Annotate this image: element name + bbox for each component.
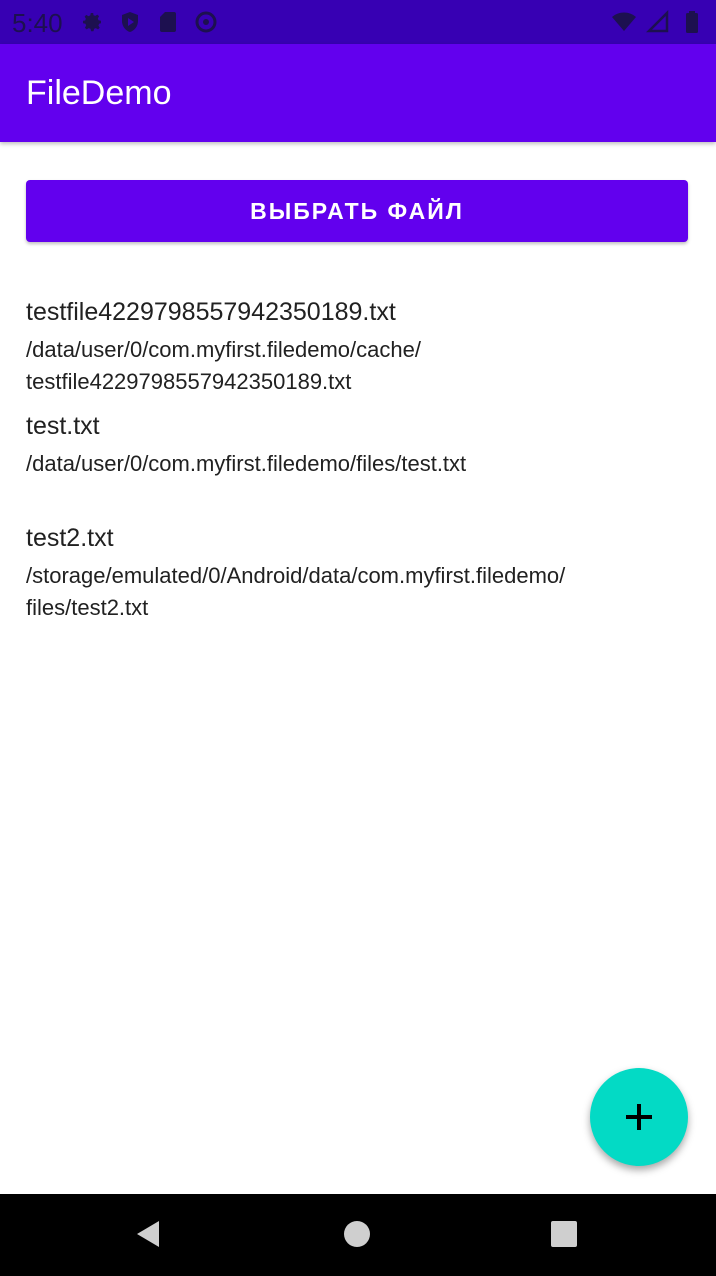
recents-icon	[551, 1221, 577, 1247]
gear-icon	[83, 13, 101, 32]
file-path: /data/user/0/com.myfirst.filedemo/cache/…	[26, 334, 696, 398]
file-name: test2.txt	[26, 524, 114, 552]
file-path-line: /data/user/0/com.myfirst.filedemo/cache/	[26, 337, 421, 362]
app-title: FileDemo	[26, 74, 172, 112]
file-name: testfile4229798557942350189.txt	[26, 298, 396, 326]
file-name: test.txt	[26, 412, 100, 440]
sync-icon	[195, 11, 217, 33]
back-button[interactable]	[128, 1214, 168, 1254]
signal-icon	[646, 10, 669, 33]
app-bar: FileDemo	[0, 44, 716, 142]
file-path-line: /data/user/0/com.myfirst.filedemo/files/…	[26, 451, 467, 476]
home-button[interactable]	[337, 1214, 377, 1254]
file-item[interactable]: testfile4229798557942350189.txt /data/us…	[26, 296, 696, 398]
file-path-line: testfile4229798557942350189.txt	[26, 369, 352, 394]
home-icon	[344, 1221, 370, 1247]
status-time: 5:40	[12, 8, 63, 38]
file-item[interactable]: test2.txt /storage/emulated/0/Android/da…	[26, 522, 696, 624]
battery-icon	[686, 11, 698, 33]
status-icons-right	[612, 10, 704, 34]
sd-card-icon	[160, 12, 176, 32]
navigation-bar	[0, 1194, 716, 1276]
file-path: /storage/emulated/0/Android/data/com.myf…	[26, 560, 696, 624]
back-icon	[137, 1221, 159, 1247]
file-item[interactable]: test.txt /data/user/0/com.myfirst.filede…	[26, 410, 696, 480]
shield-icon	[122, 12, 138, 32]
file-path: /data/user/0/com.myfirst.filedemo/files/…	[26, 448, 696, 480]
file-path-line: /storage/emulated/0/Android/data/com.myf…	[26, 563, 566, 588]
file-path-line: files/test2.txt	[26, 595, 149, 620]
wifi-icon	[612, 12, 636, 31]
status-icons-left	[80, 10, 218, 34]
plus-icon	[626, 1104, 652, 1130]
status-bar: 5:40	[0, 0, 716, 44]
select-file-button[interactable]: ВЫБРАТЬ ФАЙЛ	[26, 180, 688, 242]
add-fab-button[interactable]	[590, 1068, 688, 1166]
recents-button[interactable]	[544, 1214, 584, 1254]
